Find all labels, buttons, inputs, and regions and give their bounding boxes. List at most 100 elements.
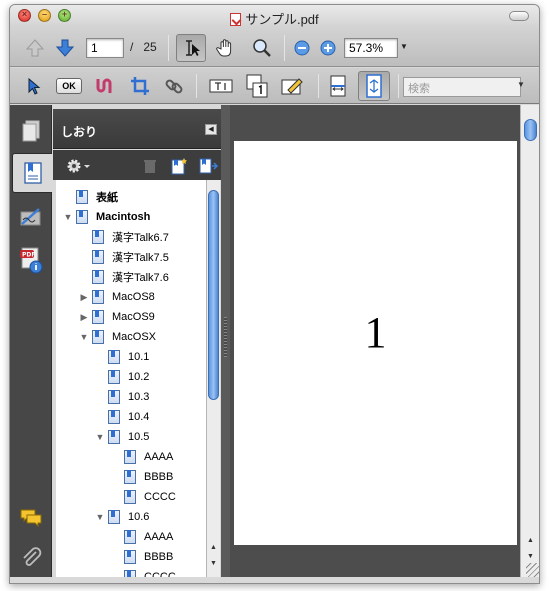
bookmark-item[interactable]: BBBB [110,547,173,567]
options-menu-button[interactable] [65,157,93,175]
comments-panel-button[interactable] [12,497,49,537]
bookmark-item[interactable]: AAAA [110,527,173,547]
bookmark-item[interactable]: 10.2 [94,367,149,387]
fit-width-button[interactable] [326,73,350,99]
document-info-button[interactable]: PDF [12,241,49,281]
bookmark-label: 10.5 [128,431,150,443]
expanded-triangle-icon[interactable]: ▼ [94,512,106,522]
bookmark-label: BBBB [144,551,174,563]
bookmark-icon [108,410,120,424]
fit-page-button[interactable] [358,71,390,101]
zoom-out-button[interactable] [293,39,311,57]
bookmark-icon [92,290,104,304]
hand-tool-button[interactable] [212,34,240,62]
pdf-page[interactable]: 1 [234,141,517,545]
bookmark-item[interactable]: 10.4 [94,407,149,427]
expand-bookmark-button[interactable] [199,156,219,176]
bookmark-label: 表紙 [96,192,118,204]
bookmark-item[interactable]: 漢字Talk7.6 [78,267,169,287]
toolbar-divider [168,35,169,61]
bookmark-label: MacOS8 [112,291,155,303]
pages-panel-button[interactable] [12,111,49,151]
bookmark-label: CCCC [144,491,176,503]
zoom-out-icon [294,40,310,56]
search-dropdown-arrow[interactable]: ▼ [517,80,525,89]
collapsed-triangle-icon[interactable]: ▶ [78,312,90,323]
pdf-viewer-window: × – + サンプル.pdf 1 / 25 57.3% ▼ OK 検索 ▼ PD… [9,4,540,584]
text-select-tool-button[interactable] [176,34,206,62]
marquee-zoom-button[interactable] [248,34,276,62]
new-bookmark-button[interactable] [169,156,189,176]
bookmarks-panel-button[interactable] [12,153,52,193]
crop-icon [131,77,149,95]
bookmark-item[interactable]: 漢字Talk7.5 [78,247,169,267]
window-title: サンプル.pdf [10,9,539,28]
button-tool[interactable]: OK [56,78,82,94]
bookmark-item[interactable]: ▼ MacOSX [78,327,156,347]
panel-splitter[interactable] [221,105,230,577]
previous-page-button[interactable] [24,37,46,59]
toolbar-toggle-button[interactable] [509,11,529,21]
bookmark-item[interactable]: ▼ Macintosh [62,207,150,227]
bookmark-item[interactable]: 漢字Talk6.7 [78,227,169,247]
bookmark-scrollbar[interactable]: ▲ ▼ [206,180,220,577]
bookmark-label: 漢字Talk7.6 [112,272,169,284]
collapsed-triangle-icon[interactable]: ▶ [78,292,90,303]
expanded-triangle-icon[interactable]: ▼ [94,432,106,442]
bookmark-icon [76,190,88,204]
crop-tool-button[interactable] [128,74,152,98]
bookmark-label: 10.2 [128,371,150,383]
doc-scroll-up-arrow[interactable]: ▲ [524,535,537,547]
bookmark-item[interactable]: CCCC [110,567,176,577]
fit-width-icon [330,75,346,97]
bookmark-item[interactable]: CCCC [110,487,176,507]
zoom-level-input[interactable]: 57.3% [344,38,398,58]
select-tool-button[interactable] [22,74,46,98]
page-number-tool-button[interactable] [244,72,270,100]
next-page-button[interactable] [54,37,76,59]
page-number-input[interactable]: 1 [86,38,124,58]
attachments-panel-button[interactable] [12,537,49,577]
search-input[interactable]: 検索 [403,77,521,97]
annotation-tool-button[interactable] [280,74,306,98]
text-cursor-icon [186,40,200,56]
expanded-triangle-icon[interactable]: ▼ [62,212,74,222]
bookmark-icon [92,270,104,284]
navigation-toolbar: 1 / 25 57.3% ▼ [10,27,539,67]
scroll-down-arrow[interactable]: ▼ [207,558,220,570]
bookmark-icon [108,350,120,364]
document-scrollbar-thumb[interactable] [524,119,537,141]
toolbar-divider [318,74,319,98]
toolbar-divider [196,74,197,98]
bookmark-scrollbar-thumb[interactable] [208,190,219,400]
attach-tool-button[interactable] [162,74,186,98]
expanded-triangle-icon[interactable]: ▼ [78,332,90,342]
bookmark-item[interactable]: ▼ 10.5 [94,427,149,447]
scroll-up-arrow[interactable]: ▲ [207,542,220,554]
bookmark-label: 10.6 [128,511,150,523]
bookmark-item[interactable]: AAAA [110,447,173,467]
bookmark-item[interactable]: 10.3 [94,387,149,407]
bookmark-item[interactable]: 10.1 [94,347,149,367]
bookmark-item[interactable]: ▼ 10.6 [94,507,149,527]
bookmark-item[interactable]: ▶ MacOS9 [78,307,155,327]
document-scrollbar[interactable]: ▲ ▼ [520,105,539,577]
panel-title: しおり [61,125,98,139]
doc-scroll-down-arrow[interactable]: ▼ [524,551,537,563]
collapse-panel-button[interactable]: ◀ [205,124,217,135]
bookmark-label: 漢字Talk7.5 [112,252,169,264]
link-tool-button[interactable] [92,74,116,98]
bookmark-label: AAAA [144,531,174,543]
text-box-tool-button[interactable] [208,74,234,98]
delete-bookmark-button[interactable] [141,157,159,175]
bookmark-item[interactable]: 表紙 [62,187,118,207]
bookmark-item[interactable]: ▶ MacOS8 [78,287,155,307]
signatures-panel-button[interactable] [12,197,49,237]
text-box-icon [209,79,233,93]
bookmark-icon [124,470,136,484]
resize-grip[interactable] [526,563,539,577]
zoom-in-button[interactable] [319,39,337,57]
pages-icon [22,120,39,142]
zoom-dropdown-arrow[interactable]: ▼ [400,42,408,51]
bookmark-item[interactable]: BBBB [110,467,173,487]
